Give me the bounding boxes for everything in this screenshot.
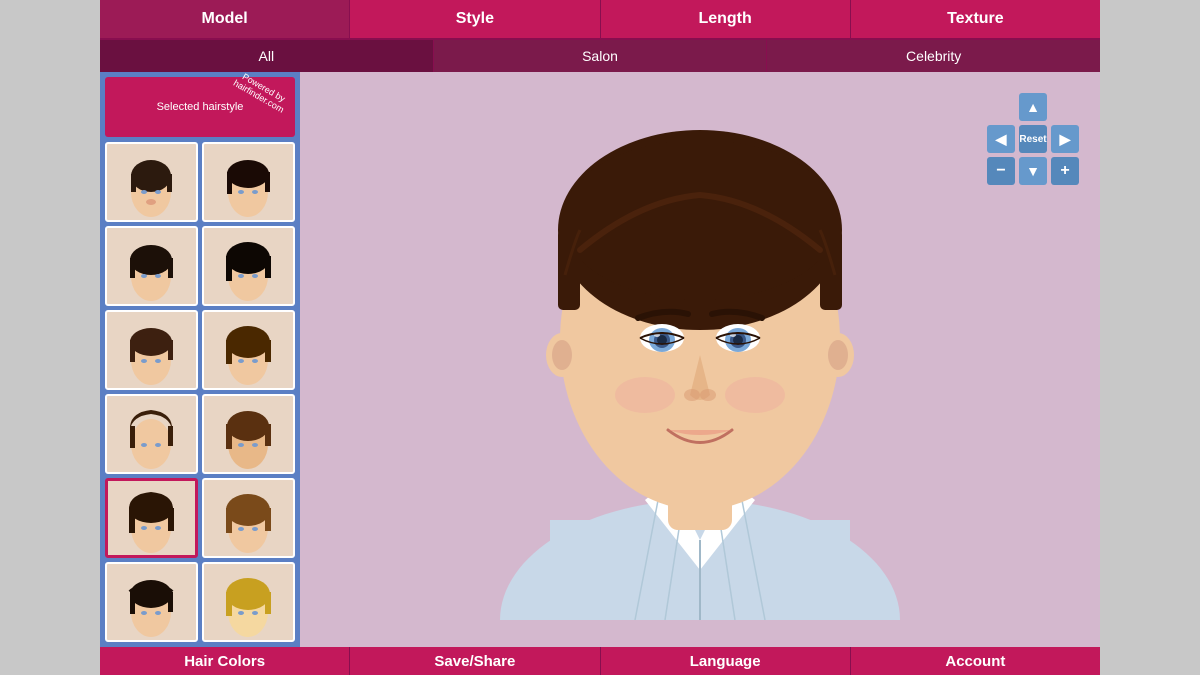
nav-up-button[interactable]: ▲ [1019, 93, 1047, 121]
hair-thumb-9[interactable] [105, 478, 198, 558]
hair-thumb-8[interactable] [202, 394, 295, 474]
nav-controls: ▲ ◀ Reset ▶ − ▼ + [986, 92, 1080, 186]
tab-length[interactable]: Length [601, 0, 851, 38]
hair-thumb-4[interactable] [202, 226, 295, 306]
sidebar: Powered byhairfinder.com Selected hairst… [100, 72, 300, 647]
nav-empty-topright [1051, 93, 1079, 121]
selected-hairstyle-label: Selected hairstyle [157, 101, 244, 113]
thumbnails-grid [105, 142, 295, 642]
nav-reset-button[interactable]: Reset [1019, 125, 1047, 153]
nav-plus-button[interactable]: + [1051, 157, 1079, 185]
hair-thumb-6[interactable] [202, 310, 295, 390]
hair-thumb-12[interactable] [202, 562, 295, 642]
hair-colors-button[interactable]: Hair Colors [100, 647, 350, 675]
nav-left-button[interactable]: ◀ [987, 125, 1015, 153]
hair-thumb-1[interactable] [105, 142, 198, 222]
nav-right-button[interactable]: ▶ [1051, 125, 1079, 153]
sub-tab-all[interactable]: All [100, 40, 434, 72]
hair-thumb-5[interactable] [105, 310, 198, 390]
top-tabs-container: Model Style Length Texture [100, 0, 1100, 40]
nav-down-button[interactable]: ▼ [1019, 157, 1047, 185]
hair-thumb-10[interactable] [202, 478, 295, 558]
save-share-button[interactable]: Save/Share [350, 647, 600, 675]
nav-minus-button[interactable]: − [987, 157, 1015, 185]
app: Model Style Length Texture All Salon Cel… [100, 0, 1100, 675]
sub-tabs-container: All Salon Celebrity [100, 40, 1100, 72]
language-button[interactable]: Language [601, 647, 851, 675]
hair-thumb-2[interactable] [202, 142, 295, 222]
hair-thumb-7[interactable] [105, 394, 198, 474]
sub-tab-celebrity[interactable]: Celebrity [767, 40, 1100, 72]
face-preview [490, 100, 910, 620]
hair-thumb-11[interactable] [105, 562, 198, 642]
main-content: Powered byhairfinder.com Selected hairst… [100, 72, 1100, 647]
bottom-bar: Hair Colors Save/Share Language Account [100, 647, 1100, 675]
sub-tab-salon[interactable]: Salon [434, 40, 768, 72]
face-preview-area: ▲ ◀ Reset ▶ − ▼ + [300, 72, 1100, 647]
tab-model[interactable]: Model [100, 0, 350, 38]
nav-empty-topleft [987, 93, 1015, 121]
hair-thumb-3[interactable] [105, 226, 198, 306]
account-button[interactable]: Account [851, 647, 1100, 675]
sidebar-header: Powered byhairfinder.com Selected hairst… [105, 77, 295, 137]
tab-texture[interactable]: Texture [851, 0, 1100, 38]
tab-style[interactable]: Style [350, 0, 600, 38]
